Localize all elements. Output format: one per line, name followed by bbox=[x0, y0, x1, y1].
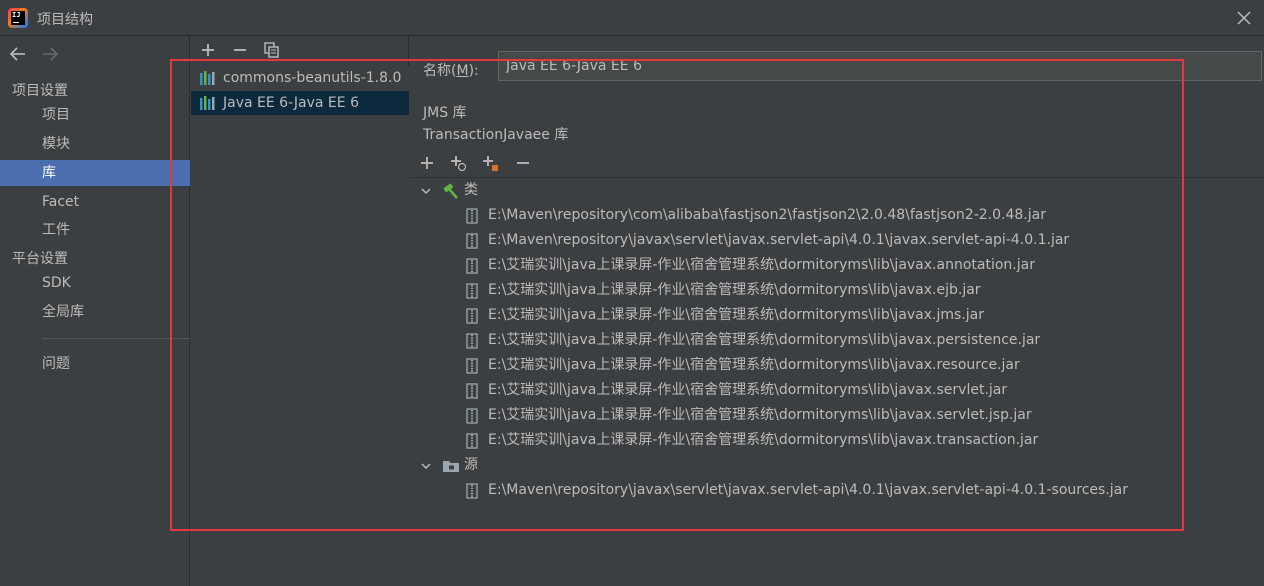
jar-icon bbox=[466, 483, 478, 499]
classes-jar-row-path: E:\艾瑞实训\java上课录屏-作业\宿舍管理系统\dormitoryms\l… bbox=[488, 332, 1041, 348]
library-item-java-ee-6[interactable]: Java EE 6-Java EE 6 bbox=[191, 91, 409, 115]
classes-jar-row[interactable]: E:\艾瑞实训\java上课录屏-作业\宿舍管理系统\dormitoryms\l… bbox=[410, 428, 1264, 453]
jar-icon bbox=[466, 408, 478, 424]
jar-icon bbox=[466, 358, 478, 374]
arrow-left-icon[interactable] bbox=[8, 44, 28, 64]
jar-icon bbox=[466, 283, 478, 299]
minus-icon[interactable] bbox=[231, 41, 249, 59]
classes-jar-row[interactable]: E:\艾瑞实训\java上课录屏-作业\宿舍管理系统\dormitoryms\l… bbox=[410, 403, 1264, 428]
nav-item-modules[interactable]: 模块 bbox=[0, 131, 190, 157]
hammer-icon bbox=[443, 183, 458, 199]
classes-jar-row-path: E:\Maven\repository\com\alibaba\fastjson… bbox=[488, 207, 1046, 223]
library-roots-tree: 类 E:\Maven\repository\com\alibaba\fastjs… bbox=[410, 178, 1264, 586]
nav-section-platform-settings: 平台设置 bbox=[12, 251, 68, 267]
name-label: 名称(M): bbox=[423, 63, 479, 79]
add-url-icon[interactable] bbox=[449, 154, 467, 172]
classes-jar-row-path: E:\艾瑞实训\java上课录屏-作业\宿舍管理系统\dormitoryms\l… bbox=[488, 382, 1008, 398]
library-item-label: Java EE 6-Java EE 6 bbox=[223, 95, 359, 111]
library-item-label: commons-beanutils-1.8.0 bbox=[223, 70, 402, 86]
classes-jar-row[interactable]: E:\艾瑞实训\java上课录屏-作业\宿舍管理系统\dormitoryms\l… bbox=[410, 278, 1264, 303]
classes-jar-row[interactable]: E:\艾瑞实训\java上课录屏-作业\宿舍管理系统\dormitoryms\l… bbox=[410, 303, 1264, 328]
nav-item-problems[interactable]: 问题 bbox=[0, 351, 190, 377]
nav-item-project[interactable]: 项目 bbox=[0, 102, 190, 128]
library-name-input[interactable] bbox=[498, 51, 1262, 81]
plus-icon[interactable] bbox=[199, 41, 217, 59]
library-detail-panel: 名称(M): JMS 库 TransactionJavaee 库 bbox=[410, 36, 1264, 586]
library-icon bbox=[200, 71, 215, 85]
classes-jar-row-path: E:\艾瑞实训\java上课录屏-作业\宿舍管理系统\dormitoryms\l… bbox=[488, 282, 981, 298]
add-folder-icon[interactable] bbox=[481, 154, 499, 172]
chevron-down-icon[interactable] bbox=[420, 185, 432, 197]
jar-icon bbox=[466, 333, 478, 349]
classes-jar-row[interactable]: E:\Maven\repository\com\alibaba\fastjson… bbox=[410, 203, 1264, 228]
library-type-jms: JMS 库 bbox=[423, 105, 467, 121]
tree-node-sources-label: 源 bbox=[464, 457, 478, 473]
classes-jar-row[interactable]: E:\艾瑞实训\java上课录屏-作业\宿舍管理系统\dormitoryms\l… bbox=[410, 353, 1264, 378]
jar-icon bbox=[466, 383, 478, 399]
nav-section-project-settings: 项目设置 bbox=[12, 83, 68, 99]
classes-jar-row[interactable]: E:\艾瑞实训\java上课录屏-作业\宿舍管理系统\dormitoryms\l… bbox=[410, 328, 1264, 353]
tree-node-sources[interactable]: 源 bbox=[410, 453, 1264, 478]
plus-icon[interactable] bbox=[418, 154, 436, 172]
jar-icon bbox=[466, 208, 478, 224]
window-title: 项目结构 bbox=[37, 12, 93, 28]
classes-jar-row-path: E:\Maven\repository\javax\servlet\javax.… bbox=[488, 232, 1070, 248]
jar-icon bbox=[466, 433, 478, 449]
chevron-down-icon[interactable] bbox=[420, 460, 432, 472]
tree-node-classes-label: 类 bbox=[464, 182, 478, 198]
copy-icon[interactable] bbox=[263, 41, 281, 59]
library-item-commons-beanutils[interactable]: commons-beanutils-1.8.0 bbox=[191, 66, 409, 90]
library-list-toolbar bbox=[191, 36, 409, 64]
sources-jar-row[interactable]: E:\Maven\repository\javax\servlet\javax.… bbox=[410, 478, 1264, 503]
close-icon[interactable] bbox=[1234, 8, 1254, 28]
title-bar: IJ 项目结构 bbox=[0, 0, 1264, 36]
nav-item-sdks[interactable]: SDK bbox=[0, 270, 190, 296]
nav-item-libraries[interactable]: 库 bbox=[0, 160, 190, 186]
library-list-panel: commons-beanutils-1.8.0 Java EE 6-Java E… bbox=[191, 36, 409, 586]
classes-jar-row[interactable]: E:\Maven\repository\javax\servlet\javax.… bbox=[410, 228, 1264, 253]
nav-item-global-libraries[interactable]: 全局库 bbox=[0, 299, 190, 325]
library-list: commons-beanutils-1.8.0 Java EE 6-Java E… bbox=[191, 66, 409, 586]
source-folder-icon bbox=[443, 461, 459, 472]
classes-jar-row[interactable]: E:\艾瑞实训\java上课录屏-作业\宿舍管理系统\dormitoryms\l… bbox=[410, 253, 1264, 278]
settings-nav: 项目设置 项目 模块 库 Facet 工件 平台设置 SDK 全局库 问题 bbox=[0, 36, 190, 586]
nav-divider bbox=[42, 338, 190, 339]
tree-node-classes[interactable]: 类 bbox=[410, 178, 1264, 203]
classes-jar-row-path: E:\艾瑞实训\java上课录屏-作业\宿舍管理系统\dormitoryms\l… bbox=[488, 307, 984, 323]
library-type-transaction: TransactionJavaee 库 bbox=[423, 127, 569, 143]
classes-jar-row-path: E:\艾瑞实训\java上课录屏-作业\宿舍管理系统\dormitoryms\l… bbox=[488, 257, 1035, 273]
classes-jar-row-path: E:\艾瑞实训\java上课录屏-作业\宿舍管理系统\dormitoryms\l… bbox=[488, 357, 1020, 373]
intellij-logo-icon: IJ bbox=[8, 8, 28, 28]
jar-icon bbox=[466, 308, 478, 324]
jar-icon bbox=[466, 258, 478, 274]
nav-item-facets[interactable]: Facet bbox=[0, 189, 190, 215]
minus-icon[interactable] bbox=[514, 154, 532, 172]
classes-jar-row-path: E:\艾瑞实训\java上课录屏-作业\宿舍管理系统\dormitoryms\l… bbox=[488, 407, 1032, 423]
jar-icon bbox=[466, 233, 478, 249]
library-icon bbox=[200, 96, 215, 110]
nav-item-artifacts[interactable]: 工件 bbox=[0, 217, 190, 243]
classes-jar-row[interactable]: E:\艾瑞实训\java上课录屏-作业\宿舍管理系统\dormitoryms\l… bbox=[410, 378, 1264, 403]
library-roots-toolbar bbox=[410, 152, 1264, 178]
classes-jar-row-path: E:\艾瑞实训\java上课录屏-作业\宿舍管理系统\dormitoryms\l… bbox=[488, 432, 1039, 448]
sources-jar-row-path: E:\Maven\repository\javax\servlet\javax.… bbox=[488, 482, 1129, 498]
arrow-right-icon[interactable] bbox=[40, 44, 60, 64]
